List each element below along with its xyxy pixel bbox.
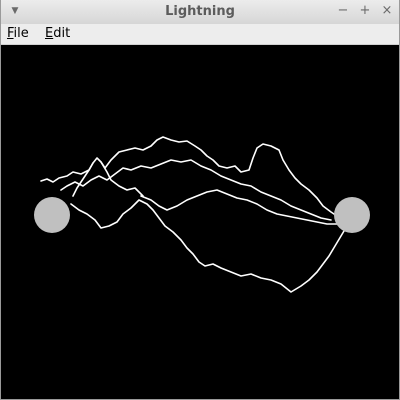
- menu-edit-label-rest: dit: [53, 26, 71, 41]
- lightning-bolt-lower: [70, 199, 348, 293]
- drawing-canvas[interactable]: [1, 45, 399, 399]
- title-bar[interactable]: ▼ Lightning − + ×: [1, 0, 399, 25]
- close-button[interactable]: ×: [379, 3, 395, 19]
- lightning-bolt-cross: [140, 189, 338, 225]
- menu-edit[interactable]: Edit: [43, 25, 72, 42]
- app-window: ▼ Lightning − + × File Edit: [0, 0, 400, 400]
- lightning-bolts: [40, 136, 348, 293]
- minimize-button[interactable]: −: [335, 3, 351, 19]
- right-endpoint: [334, 197, 370, 233]
- menu-edit-mnemonic: E: [45, 26, 54, 41]
- maximize-button[interactable]: +: [357, 3, 373, 19]
- menu-file[interactable]: File: [5, 25, 31, 42]
- lightning-scene: [34, 136, 370, 293]
- left-endpoint: [34, 197, 70, 233]
- menu-bar: File Edit: [1, 24, 399, 45]
- menu-file-label-rest: ile: [13, 26, 29, 41]
- lightning-bolt-middle: [60, 159, 332, 221]
